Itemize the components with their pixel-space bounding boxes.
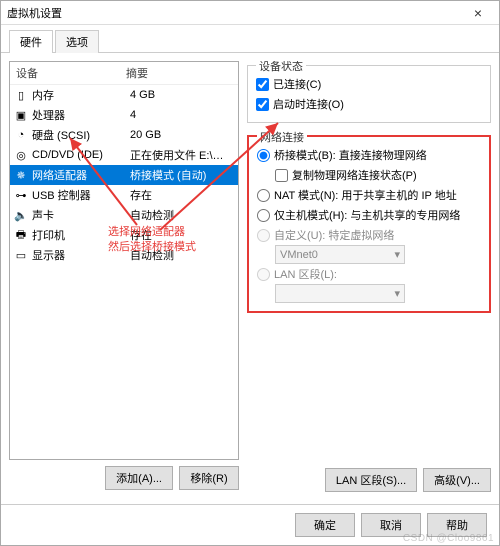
- device-icon: ◎: [14, 148, 28, 162]
- nat-radio[interactable]: [257, 189, 270, 202]
- lan-radio[interactable]: [257, 268, 270, 281]
- col-device: 设备: [10, 62, 120, 84]
- tab-strip: 硬件 选项: [1, 25, 499, 53]
- device-summary: 4: [130, 109, 234, 121]
- device-name: 声卡: [32, 207, 126, 223]
- device-list: 设备 摘要 ▯ 内存 4 GB ▣ 处理器 4 ◔ 硬盘 (SCSI) 20 GB ◎ CD/DVD…: [9, 61, 239, 460]
- device-icon: ⊶: [14, 188, 28, 202]
- ok-button[interactable]: 确定: [295, 513, 355, 537]
- device-name: 处理器: [32, 107, 126, 123]
- tab-hardware[interactable]: 硬件: [9, 30, 53, 53]
- col-summary: 摘要: [120, 62, 238, 84]
- replicate-row[interactable]: 复制物理网络连接状态(P): [275, 165, 481, 185]
- chevron-down-icon: ▾: [394, 287, 400, 300]
- hostonly-row[interactable]: 仅主机模式(H): 与主机共享的专用网络: [257, 205, 481, 225]
- device-name: USB 控制器: [32, 187, 126, 203]
- custom-radio[interactable]: [257, 229, 270, 242]
- connect-power-row[interactable]: 启动时连接(O): [256, 94, 482, 114]
- list-header: 设备 摘要: [10, 62, 238, 85]
- device-row[interactable]: ▭ 显示器自动检测: [10, 245, 238, 265]
- remove-button[interactable]: 移除(R): [179, 466, 239, 490]
- device-name: 内存: [32, 87, 126, 103]
- status-title: 设备状态: [256, 61, 306, 74]
- left-button-bar: 添加(A)... 移除(R): [9, 460, 239, 496]
- settings-panel: 设备状态 已连接(C) 启动时连接(O) 网络连接 桥接模式(B): 直接连接物…: [247, 61, 491, 496]
- titlebar: 虚拟机设置 ×: [1, 1, 499, 25]
- device-icon: ▭: [14, 248, 28, 262]
- help-button[interactable]: 帮助: [427, 513, 487, 537]
- right-button-bar: LAN 区段(S)... 高级(V)...: [247, 468, 491, 496]
- device-icon: ◔: [14, 128, 28, 142]
- lan-seg-button[interactable]: LAN 区段(S)...: [325, 468, 417, 492]
- device-status-group: 设备状态 已连接(C) 启动时连接(O): [247, 65, 491, 123]
- vm-settings-dialog: 虚拟机设置 × 硬件 选项 设备 摘要 ▯ 内存 4 GB ▣ 处理器 4 ◔ 硬盘 (SCS…: [0, 0, 500, 546]
- vmnet-value: VMnet0: [280, 249, 318, 261]
- bridge-label: 桥接模式(B): 直接连接物理网络: [274, 147, 427, 163]
- content-area: 设备 摘要 ▯ 内存 4 GB ▣ 处理器 4 ◔ 硬盘 (SCSI) 20 GB ◎ CD/DVD…: [1, 53, 499, 504]
- cancel-button[interactable]: 取消: [361, 513, 421, 537]
- bridge-radio[interactable]: [257, 149, 270, 162]
- device-icon: ✵: [14, 168, 28, 182]
- device-name: 硬盘 (SCSI): [32, 127, 126, 143]
- device-row[interactable]: ⊶ USB 控制器存在: [10, 185, 238, 205]
- lan-label: LAN 区段(L):: [274, 266, 337, 282]
- device-summary: 正在使用文件 E:\镜像\CentO...: [130, 147, 234, 163]
- device-row[interactable]: ▣ 处理器 4: [10, 105, 238, 125]
- device-icon: ▣: [14, 108, 28, 122]
- device-icon: ▯: [14, 88, 28, 102]
- custom-label: 自定义(U): 特定虚拟网络: [274, 227, 394, 243]
- device-summary: 自动检测: [130, 207, 234, 223]
- connect-power-label: 启动时连接(O): [273, 96, 344, 112]
- device-icon: 🖶: [14, 228, 28, 242]
- vmnet-select: VMnet0 ▾: [275, 245, 405, 264]
- device-summary: 存在: [130, 187, 234, 203]
- chevron-down-icon: ▾: [394, 248, 400, 261]
- connected-checkbox[interactable]: [256, 78, 269, 91]
- device-row[interactable]: ▯ 内存 4 GB: [10, 85, 238, 105]
- bridge-row[interactable]: 桥接模式(B): 直接连接物理网络: [257, 145, 481, 165]
- device-row[interactable]: ◎ CD/DVD (IDE) 正在使用文件 E:\镜像\CentO...: [10, 145, 238, 165]
- connected-row[interactable]: 已连接(C): [256, 74, 482, 94]
- device-row[interactable]: ✵ 网络适配器桥接模式 (自动): [10, 165, 238, 185]
- lan-select: ▾: [275, 284, 405, 303]
- device-name: 打印机: [32, 227, 126, 243]
- replicate-checkbox[interactable]: [275, 169, 288, 182]
- device-name: 显示器: [32, 247, 126, 263]
- device-summary: 桥接模式 (自动): [130, 167, 234, 183]
- footer-buttons: 确定 取消 帮助: [1, 504, 499, 545]
- tab-options[interactable]: 选项: [55, 30, 99, 53]
- close-icon[interactable]: ×: [463, 5, 493, 21]
- nat-row[interactable]: NAT 模式(N): 用于共享主机的 IP 地址: [257, 185, 481, 205]
- lan-row[interactable]: LAN 区段(L):: [257, 264, 481, 284]
- device-summary: 自动检测: [130, 247, 234, 263]
- device-row[interactable]: 🔈 声卡自动检测: [10, 205, 238, 225]
- window-title: 虚拟机设置: [7, 5, 62, 21]
- replicate-label: 复制物理网络连接状态(P): [292, 167, 417, 183]
- advanced-button[interactable]: 高级(V)...: [423, 468, 491, 492]
- device-summary: 4 GB: [130, 89, 234, 101]
- hardware-panel: 设备 摘要 ▯ 内存 4 GB ▣ 处理器 4 ◔ 硬盘 (SCSI) 20 GB ◎ CD/DVD…: [9, 61, 239, 496]
- connected-label: 已连接(C): [273, 76, 321, 92]
- nat-label: NAT 模式(N): 用于共享主机的 IP 地址: [274, 187, 457, 203]
- network-group: 网络连接 桥接模式(B): 直接连接物理网络 复制物理网络连接状态(P) NAT…: [247, 135, 491, 313]
- device-name: 网络适配器: [32, 167, 126, 183]
- connect-power-checkbox[interactable]: [256, 98, 269, 111]
- device-name: CD/DVD (IDE): [32, 149, 126, 161]
- device-row[interactable]: 🖶 打印机存在: [10, 225, 238, 245]
- hostonly-radio[interactable]: [257, 209, 270, 222]
- device-summary: 存在: [130, 227, 234, 243]
- device-summary: 20 GB: [130, 129, 234, 141]
- network-title: 网络连接: [257, 129, 307, 145]
- hostonly-label: 仅主机模式(H): 与主机共享的专用网络: [274, 207, 460, 223]
- device-row[interactable]: ◔ 硬盘 (SCSI) 20 GB: [10, 125, 238, 145]
- custom-row[interactable]: 自定义(U): 特定虚拟网络: [257, 225, 481, 245]
- device-icon: 🔈: [14, 208, 28, 222]
- add-button[interactable]: 添加(A)...: [105, 466, 173, 490]
